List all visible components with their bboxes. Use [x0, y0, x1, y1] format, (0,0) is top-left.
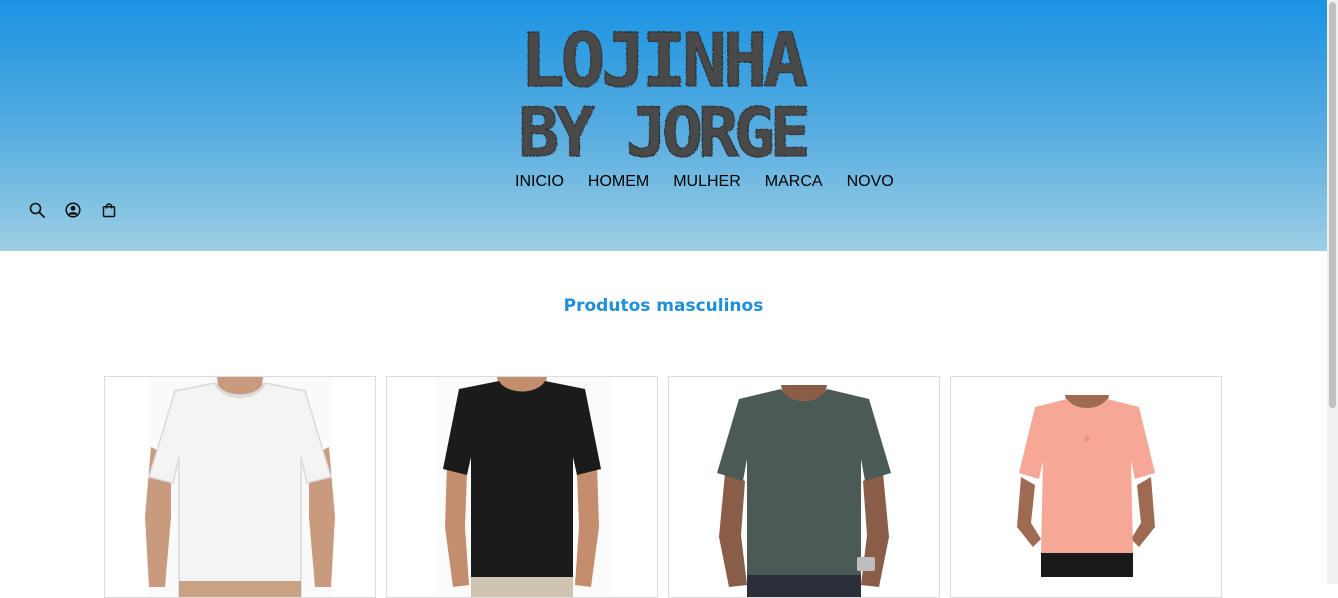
section-title: Produtos masculinos: [563, 296, 764, 316]
tshirt-image: [145, 377, 335, 597]
scrollbar-thumb[interactable]: [1329, 2, 1336, 408]
tshirt-image: [1017, 395, 1155, 577]
brand-logo[interactable]: LOJINHA BY JORGE: [512, 18, 812, 164]
shopping-bag-icon[interactable]: [100, 201, 118, 219]
logo-line2: BY JORGE: [518, 94, 807, 164]
nav-item-homem[interactable]: HOMEM: [588, 173, 649, 191]
nav-item-novo[interactable]: NOVO: [847, 173, 894, 191]
site-header: LOJINHA BY JORGE INICIO HOMEM MULHER MAR…: [0, 0, 1327, 251]
product-card-salmon-tshirt[interactable]: [950, 376, 1222, 598]
main-nav: INICIO HOMEM MULHER MARCA NOVO: [515, 173, 918, 191]
nav-item-mulher[interactable]: MULHER: [673, 173, 741, 191]
nav-item-inicio[interactable]: INICIO: [515, 173, 564, 191]
product-card-white-tshirt[interactable]: [104, 376, 376, 598]
user-icon[interactable]: [64, 201, 82, 219]
page-scrollbar[interactable]: [1327, 0, 1338, 584]
header-icons: [28, 201, 118, 219]
search-icon[interactable]: [28, 201, 46, 219]
logo-line1: LOJINHA: [520, 18, 807, 104]
tshirt-image: [435, 377, 611, 597]
nav-item-marca[interactable]: MARCA: [765, 173, 823, 191]
product-grid: [104, 376, 1222, 598]
tshirt-image: [717, 385, 891, 597]
product-card-black-tshirt[interactable]: [386, 376, 658, 598]
product-card-dark-green-tshirt[interactable]: [668, 376, 940, 598]
